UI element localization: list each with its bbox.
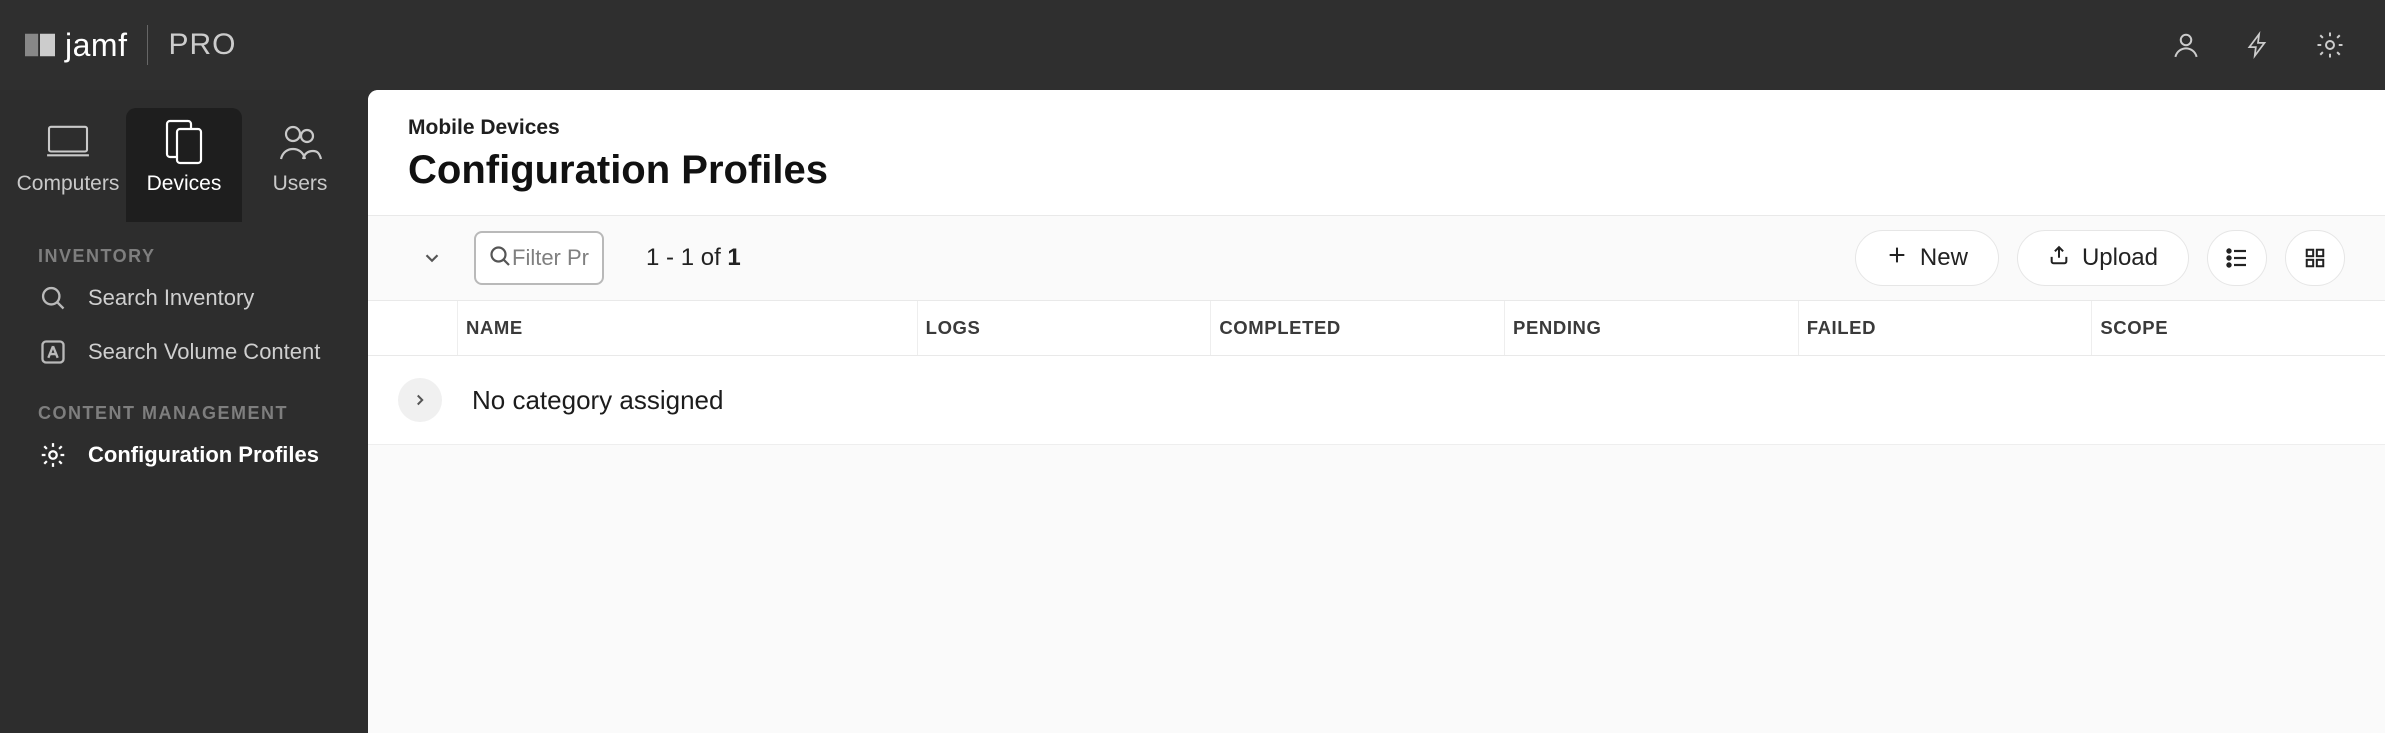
result-count: 1 - 1 of 1 (646, 244, 741, 272)
sidebar: Computers Devices (0, 90, 368, 733)
category-row: No category assigned (368, 356, 2385, 445)
sidebar-item-search-inventory[interactable]: Search Inventory (0, 271, 368, 325)
topbar: jamf PRO (0, 0, 2385, 90)
nav-tab-devices[interactable]: Devices (126, 108, 242, 222)
device-icon (130, 118, 238, 166)
table-header-row: NAME LOGS COMPLETED PENDING FAILED SCOPE (368, 301, 2385, 356)
page-title: Configuration Profiles (408, 148, 2345, 193)
app-search-icon (38, 337, 68, 367)
plus-icon (1886, 244, 1908, 273)
upload-button[interactable]: Upload (2017, 230, 2189, 286)
filter-input-wrap[interactable] (474, 231, 604, 285)
button-label: New (1920, 244, 1968, 272)
section-title: INVENTORY (38, 246, 368, 267)
jamf-logo-icon (25, 33, 55, 57)
column-name[interactable]: NAME (458, 301, 918, 355)
gear-profile-icon (38, 440, 68, 470)
button-label: Upload (2082, 244, 2158, 272)
list-view-button[interactable] (2207, 230, 2267, 286)
column-pending[interactable]: PENDING (1505, 301, 1799, 355)
users-icon (246, 118, 354, 166)
sidebar-item-label: Search Volume Content (88, 339, 320, 365)
new-button[interactable]: New (1855, 230, 1999, 286)
nav-tab-label: Computers (14, 172, 122, 196)
sidebar-item-label: Search Inventory (88, 285, 254, 311)
section-title: CONTENT MANAGEMENT (38, 403, 368, 424)
breadcrumb: Mobile Devices (408, 116, 2345, 140)
chevron-right-icon (411, 391, 429, 409)
gear-icon[interactable] (2315, 30, 2345, 60)
sidebar-item-configuration-profiles[interactable]: Configuration Profiles (0, 428, 368, 482)
main-panel: Mobile Devices Configuration Profiles 1 … (368, 90, 2385, 733)
search-icon (488, 244, 512, 273)
nav-tabs: Computers Devices (0, 90, 368, 222)
column-logs[interactable]: LOGS (918, 301, 1212, 355)
user-icon[interactable] (2171, 30, 2201, 60)
main-header: Mobile Devices Configuration Profiles (368, 90, 2385, 215)
collapse-all-button[interactable] (408, 234, 456, 282)
grid-icon (2304, 247, 2326, 269)
nav-tab-label: Devices (130, 172, 238, 196)
toolbar: 1 - 1 of 1 New Upload (368, 215, 2385, 301)
brand-divider (147, 25, 148, 65)
search-icon (38, 283, 68, 313)
brand-block: jamf PRO (25, 25, 236, 65)
filter-input[interactable] (512, 245, 592, 271)
side-section-inventory: INVENTORY (0, 222, 368, 271)
bolt-icon[interactable] (2245, 30, 2271, 60)
chevron-down-icon (421, 247, 443, 269)
nav-tab-users[interactable]: Users (242, 108, 358, 222)
column-scope[interactable]: SCOPE (2092, 301, 2385, 355)
count-from: 1 (646, 244, 659, 271)
topbar-actions (2171, 30, 2345, 60)
sidebar-item-label: Configuration Profiles (88, 442, 319, 468)
expand-category-button[interactable] (398, 378, 442, 422)
count-total: 1 (727, 244, 740, 271)
column-completed[interactable]: COMPLETED (1211, 301, 1505, 355)
list-icon (2225, 247, 2249, 269)
nav-tab-computers[interactable]: Computers (10, 108, 126, 222)
count-to: 1 (681, 244, 694, 271)
brand-variant: PRO (168, 28, 236, 62)
upload-icon (2048, 244, 2070, 273)
column-failed[interactable]: FAILED (1799, 301, 2093, 355)
brand-name: jamf (65, 27, 127, 64)
sidebar-item-search-volume-content[interactable]: Search Volume Content (0, 325, 368, 379)
grid-view-button[interactable] (2285, 230, 2345, 286)
nav-tab-label: Users (246, 172, 354, 196)
category-name: No category assigned (472, 385, 723, 416)
side-section-content-management: CONTENT MANAGEMENT (0, 379, 368, 428)
column-expand (368, 301, 458, 355)
computer-icon (14, 118, 122, 166)
